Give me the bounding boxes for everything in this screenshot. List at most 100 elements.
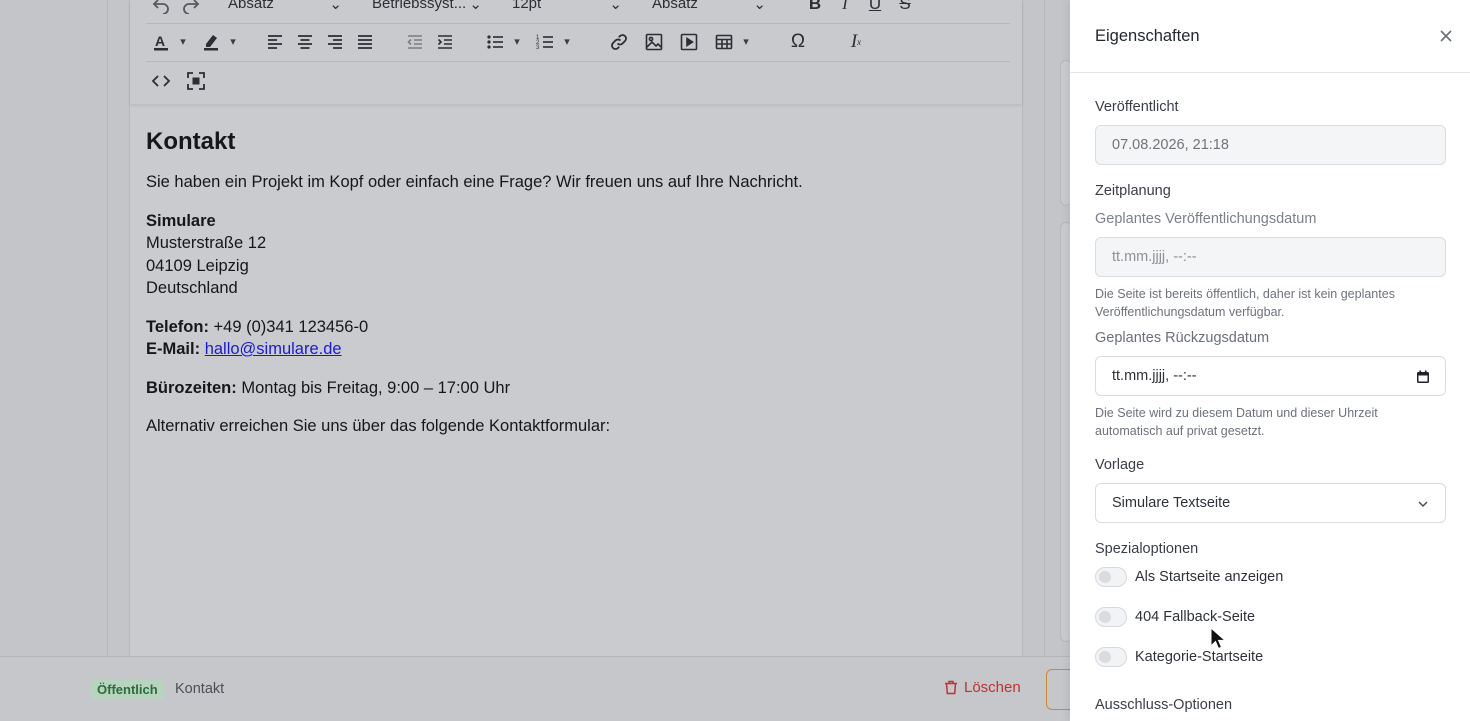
- underline-icon[interactable]: U: [860, 0, 890, 19]
- align-center-icon[interactable]: [290, 27, 320, 57]
- chevron-down-icon[interactable]: ▾: [226, 35, 240, 48]
- chevron-down-icon: ⌄: [469, 0, 482, 13]
- phone-label: Telefon:: [146, 317, 209, 336]
- mouse-cursor-icon: [1210, 627, 1226, 650]
- toggle-category-home[interactable]: Kategorie-Startseite: [1095, 647, 1263, 667]
- content-heading: Kontakt: [146, 128, 236, 155]
- published-date-value: 07.08.2026, 21:18: [1112, 137, 1229, 153]
- scheduled-publish-help: Die Seite ist bereits öffentlich, daher …: [1095, 287, 1395, 319]
- chevron-down-icon[interactable]: ▾: [510, 35, 524, 48]
- toggle-switch[interactable]: [1095, 607, 1127, 627]
- text-color-icon[interactable]: A: [146, 27, 176, 57]
- chevron-down-icon: ⌄: [753, 0, 766, 13]
- properties-panel: Eigenschaften Veröffentlicht 07.08.2026,…: [1070, 0, 1470, 721]
- font-family-select-value: Betriebssyst...: [372, 0, 467, 12]
- chevron-down-icon: [1418, 501, 1428, 508]
- phone-value: +49 (0)341 123456-0: [213, 317, 369, 336]
- bottom-action-bar: Öffentlich Kontakt Löschen: [0, 656, 1086, 721]
- chevron-down-icon[interactable]: ▾: [560, 35, 574, 48]
- bullet-list-icon[interactable]: [480, 27, 510, 57]
- outdent-icon[interactable]: [400, 27, 430, 57]
- align-justify-icon[interactable]: [350, 27, 380, 57]
- toggle-homepage[interactable]: Als Startseite anzeigen: [1095, 567, 1283, 587]
- address-block: Simulare Musterstraße 12 04109 Leipzig D…: [146, 210, 1006, 300]
- media-icon[interactable]: [674, 27, 704, 57]
- delete-button[interactable]: Löschen: [944, 679, 1021, 696]
- form-hint: Alternativ erreichen Sie uns über das fo…: [146, 417, 611, 435]
- svg-text:A: A: [155, 33, 165, 49]
- indent-icon[interactable]: [430, 27, 460, 57]
- svg-text:3: 3: [536, 45, 540, 51]
- toggle-404-fallback-label: 404 Fallback-Seite: [1135, 609, 1256, 625]
- country: Deutschland: [146, 279, 238, 297]
- italic-icon[interactable]: I: [830, 0, 860, 19]
- panel-header: Eigenschaften: [1070, 0, 1470, 73]
- rich-text-editor: Absatz ⌄ Betriebssyst... ⌄ 12pt ⌄ Absatz…: [129, 0, 1023, 656]
- special-character-icon[interactable]: Ω: [783, 27, 813, 57]
- toggle-switch[interactable]: [1095, 567, 1127, 587]
- published-label: Veröffentlicht: [1095, 99, 1179, 115]
- undo-icon[interactable]: [146, 0, 176, 19]
- editor-toolbar: Absatz ⌄ Betriebssyst... ⌄ 12pt ⌄ Absatz…: [130, 0, 1022, 104]
- source-code-icon[interactable]: [146, 66, 176, 96]
- template-label: Vorlage: [1095, 457, 1145, 473]
- image-icon[interactable]: [639, 27, 669, 57]
- numbered-list-icon[interactable]: 123: [530, 27, 560, 57]
- fullscreen-icon[interactable]: [181, 66, 211, 96]
- city: 04109 Leipzig: [146, 256, 249, 275]
- table-icon[interactable]: [709, 27, 739, 57]
- chevron-down-icon[interactable]: ▾: [739, 35, 753, 48]
- font-size-select[interactable]: 12pt ⌄: [504, 0, 630, 19]
- toolbar-row-top: Absatz ⌄ Betriebssyst... ⌄ 12pt ⌄ Absatz…: [146, 0, 1010, 24]
- link-icon[interactable]: [604, 27, 634, 57]
- paragraph-select[interactable]: Absatz ⌄: [220, 0, 350, 19]
- scheduled-publish-placeholder: tt.mm.jjjj, --:--: [1112, 249, 1197, 265]
- company-name: Simulare: [146, 211, 216, 230]
- toggle-404-fallback[interactable]: 404 Fallback-Seite: [1095, 607, 1255, 627]
- panel-title: Eigenschaften: [1095, 27, 1200, 45]
- contact-block: Telefon: +49 (0)341 123456-0 E-Mail: hal…: [146, 316, 1006, 361]
- left-sidebar-dimmed: [0, 0, 108, 656]
- clear-formatting-icon[interactable]: Ix: [841, 27, 871, 57]
- chevron-down-icon: ⌄: [609, 0, 622, 13]
- align-left-icon[interactable]: [260, 27, 290, 57]
- font-size-select-value: 12pt: [512, 0, 542, 12]
- highlight-color-icon[interactable]: [196, 27, 226, 57]
- scheduled-withdraw-field[interactable]: tt.mm.jjjj, --:--: [1095, 356, 1446, 396]
- paragraph-select-value: Absatz: [228, 0, 274, 12]
- bold-icon[interactable]: B: [800, 0, 830, 19]
- block-format-select[interactable]: Absatz ⌄: [644, 0, 774, 19]
- scheduling-label: Zeitplanung: [1095, 183, 1171, 199]
- chevron-down-icon: ⌄: [329, 0, 342, 13]
- toggle-category-home-label: Kategorie-Startseite: [1135, 649, 1264, 665]
- delete-button-label: Löschen: [964, 679, 1021, 696]
- breadcrumb: Kontakt: [175, 681, 225, 697]
- template-select-value: Simulare Textseite: [1112, 495, 1231, 511]
- toggle-switch[interactable]: [1095, 647, 1127, 667]
- trash-icon: [945, 680, 957, 695]
- scheduled-publish-field: tt.mm.jjjj, --:--: [1095, 237, 1446, 277]
- close-icon[interactable]: [1437, 27, 1455, 45]
- block-format-select-value: Absatz: [652, 0, 698, 12]
- editor-content-area[interactable]: Kontakt Sie haben ein Projekt im Kopf od…: [146, 104, 1006, 454]
- hours-value: Montag bis Freitag, 9:00 – 17:00 Uhr: [241, 378, 511, 397]
- chevron-down-icon[interactable]: ▾: [176, 35, 190, 48]
- published-date-field: 07.08.2026, 21:18: [1095, 125, 1446, 165]
- template-select[interactable]: Simulare Textseite: [1095, 483, 1446, 523]
- redo-icon[interactable]: [176, 0, 206, 19]
- hours-label: Bürozeiten:: [146, 378, 237, 397]
- special-options-label: Spezialoptionen: [1095, 541, 1199, 557]
- font-family-select[interactable]: Betriebssyst... ⌄: [364, 0, 490, 19]
- office-hours: Bürozeiten: Montag bis Freitag, 9:00 – 1…: [146, 377, 1006, 400]
- content-intro: Sie haben ein Projekt im Kopf oder einfa…: [146, 173, 803, 191]
- align-right-icon[interactable]: [320, 27, 350, 57]
- email-link[interactable]: hallo@simulare.de: [205, 340, 342, 358]
- strikethrough-icon[interactable]: S: [890, 0, 920, 19]
- exclusion-options-label: Ausschluss-Optionen: [1095, 697, 1233, 713]
- email-label: E-Mail:: [146, 340, 201, 358]
- scheduled-withdraw-label: Geplantes Rückzugsdatum: [1095, 330, 1270, 346]
- calendar-icon[interactable]: [1415, 369, 1431, 385]
- status-badge: Öffentlich: [91, 680, 164, 700]
- toolbar-row-middle: A ▾ ▾ ▾ 1 2 3 ▾ ▾ Ω I x: [146, 22, 1010, 62]
- street: Musterstraße 12: [146, 234, 267, 252]
